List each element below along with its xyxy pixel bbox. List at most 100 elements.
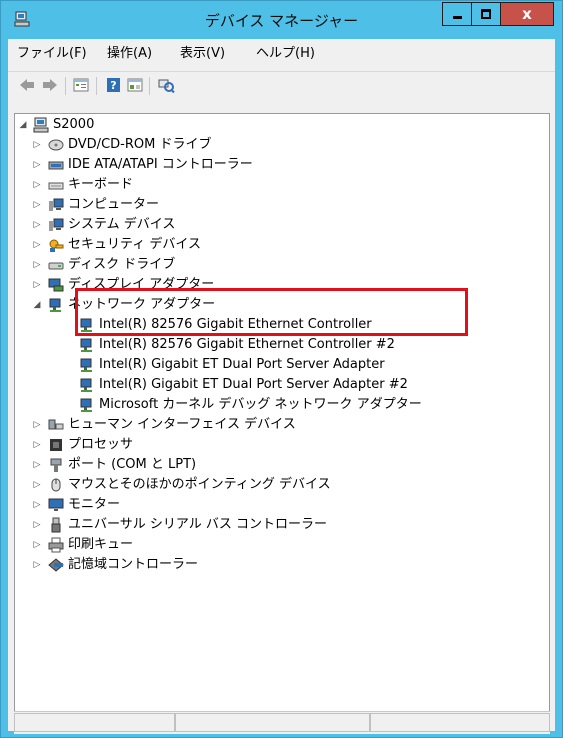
tree-item[interactable]: ▷ 記憶域コントローラー (15, 556, 545, 574)
expand-icon[interactable]: ▷ (32, 156, 42, 174)
usb-icon (51, 517, 61, 533)
expand-icon[interactable]: ▷ (32, 196, 42, 214)
menu-help[interactable]: ヘルプ(H) (256, 42, 315, 61)
security-device-icon (49, 239, 64, 252)
tree-item-adapter[interactable]: Intel(R) Gigabit ET Dual Port Server Ada… (15, 376, 545, 394)
network-adapter-icon (49, 298, 61, 312)
expand-icon[interactable]: ▷ (32, 236, 42, 254)
display-adapter-icon (48, 278, 64, 292)
tree-item-label: DVD/CD-ROM ドライブ (68, 137, 212, 152)
maximize-button[interactable] (471, 2, 501, 26)
tree-item-adapter[interactable]: Microsoft カーネル デバッグ ネットワーク アダプター (15, 396, 545, 414)
tree-item-label: ディスク ドライブ (68, 257, 176, 272)
device-manager-window: デバイス マネージャー x ファイル(F) 操作(A) 表示(V) ヘルプ(H)… (0, 0, 563, 738)
expand-icon[interactable]: ▷ (32, 456, 42, 474)
tree-item-label: 印刷キュー (68, 537, 134, 552)
tree-item[interactable]: ▷ DVD/CD-ROM ドライブ (15, 136, 545, 154)
menu-bar: ファイル(F) 操作(A) 表示(V) ヘルプ(H) (8, 39, 555, 61)
monitor-icon (48, 498, 64, 511)
device-tree[interactable]: ◢ S2000 ▷ DVD/CD-ROM ドライブ ▷ IDE ATA/ATAP… (14, 113, 550, 712)
toolbar-separator (149, 77, 150, 95)
close-icon: x (522, 5, 532, 23)
title-bar[interactable]: デバイス マネージャー x (1, 1, 562, 39)
expand-icon[interactable]: ▷ (32, 256, 42, 274)
system-device-icon (49, 218, 64, 231)
back-icon[interactable] (18, 77, 36, 93)
computer-icon (33, 117, 49, 133)
menu-view[interactable]: 表示(V) (180, 42, 225, 61)
toolbar-separator (65, 77, 66, 95)
status-pane (175, 713, 370, 732)
ide-controller-icon (48, 161, 64, 170)
tree-item[interactable]: ▷ ポート (COM と LPT) (15, 456, 545, 474)
collapse-icon[interactable]: ◢ (18, 116, 28, 134)
toolbar-separator (96, 77, 97, 95)
tree-item-label: キーボード (68, 177, 134, 192)
minimize-button[interactable] (442, 2, 472, 26)
menu-action[interactable]: 操作(A) (107, 42, 152, 61)
tree-item[interactable]: ▷ ヒューマン インターフェイス デバイス (15, 416, 545, 434)
status-pane (14, 713, 175, 732)
highlight-box (75, 288, 468, 336)
close-button[interactable]: x (500, 2, 554, 26)
tree-item[interactable]: ▷ キーボード (15, 176, 545, 194)
expand-icon[interactable]: ▷ (32, 516, 42, 534)
forward-icon[interactable] (41, 77, 59, 93)
tree-item-label: Intel(R) 82576 Gigabit Ethernet Controll… (99, 337, 395, 352)
tree-item-label: Intel(R) Gigabit ET Dual Port Server Ada… (99, 357, 385, 372)
tree-item-adapter[interactable]: Intel(R) Gigabit ET Dual Port Server Ada… (15, 356, 545, 374)
tree-root-label: S2000 (53, 117, 95, 132)
expand-icon[interactable]: ▷ (32, 136, 42, 154)
expand-icon[interactable]: ▷ (32, 556, 42, 574)
status-bar (14, 711, 550, 734)
network-adapter-icon (80, 338, 92, 352)
help-icon[interactable]: ? (104, 77, 122, 93)
tree-item[interactable]: ▷ ディスク ドライブ (15, 256, 545, 274)
tree-item[interactable]: ▷ モニター (15, 496, 545, 514)
expand-icon[interactable]: ▷ (32, 276, 42, 294)
tree-item-label: Microsoft カーネル デバッグ ネットワーク アダプター (99, 397, 422, 412)
tree-item[interactable]: ▷ 印刷キュー (15, 536, 545, 554)
tree-item[interactable]: ▷ コンピューター (15, 196, 545, 214)
expand-icon[interactable]: ▷ (32, 536, 42, 554)
keyboard-icon (48, 182, 64, 190)
tree-item-label: IDE ATA/ATAPI コントローラー (68, 157, 253, 172)
tree-item-adapter[interactable]: Intel(R) 82576 Gigabit Ethernet Controll… (15, 336, 545, 354)
monitor-icon (49, 198, 64, 211)
minimize-icon (453, 16, 462, 19)
tree-item-label: モニター (68, 497, 121, 512)
expand-icon[interactable]: ▷ (32, 476, 42, 494)
tree-item-label: システム デバイス (68, 217, 176, 232)
expand-icon[interactable]: ▷ (32, 436, 42, 454)
tree-item[interactable]: ▷ セキュリティ デバイス (15, 236, 545, 254)
svg-text:?: ? (110, 79, 116, 92)
collapse-icon[interactable]: ◢ (32, 296, 42, 314)
expand-icon[interactable]: ▷ (32, 176, 42, 194)
update-driver-icon[interactable] (126, 77, 144, 93)
status-pane (370, 713, 550, 732)
expand-icon[interactable]: ▷ (32, 416, 42, 434)
tree-item[interactable]: ▷ プロセッサ (15, 436, 545, 454)
network-adapter-icon (80, 398, 92, 412)
tree-item-label: 記憶域コントローラー (68, 557, 199, 572)
tree-item-label: Intel(R) Gigabit ET Dual Port Server Ada… (99, 377, 408, 392)
hid-icon (48, 419, 64, 430)
expand-icon[interactable]: ▷ (32, 496, 42, 514)
tree-item-label: ユニバーサル シリアル バス コントローラー (68, 517, 328, 532)
toolbar: ? (8, 71, 555, 100)
printer-icon (48, 537, 64, 553)
tree-item-label: ポート (COM と LPT) (68, 457, 197, 472)
tree-item[interactable]: ▷ マウスとそのほかのポインティング デバイス (15, 476, 545, 494)
tree-item-label: プロセッサ (68, 437, 134, 452)
tree-root-item[interactable]: ◢ S2000 (15, 116, 545, 134)
tree-item[interactable]: ▷ システム デバイス (15, 216, 545, 234)
tree-item-label: セキュリティ デバイス (68, 237, 201, 252)
scan-hardware-icon[interactable] (157, 77, 175, 93)
menu-file[interactable]: ファイル(F) (17, 42, 87, 61)
properties-icon[interactable] (72, 77, 90, 93)
disk-drive-icon (48, 262, 64, 270)
tree-item[interactable]: ▷ ユニバーサル シリアル バス コントローラー (15, 516, 545, 534)
expand-icon[interactable]: ▷ (32, 216, 42, 234)
dvd-drive-icon (48, 139, 64, 151)
tree-item[interactable]: ▷ IDE ATA/ATAPI コントローラー (15, 156, 545, 174)
